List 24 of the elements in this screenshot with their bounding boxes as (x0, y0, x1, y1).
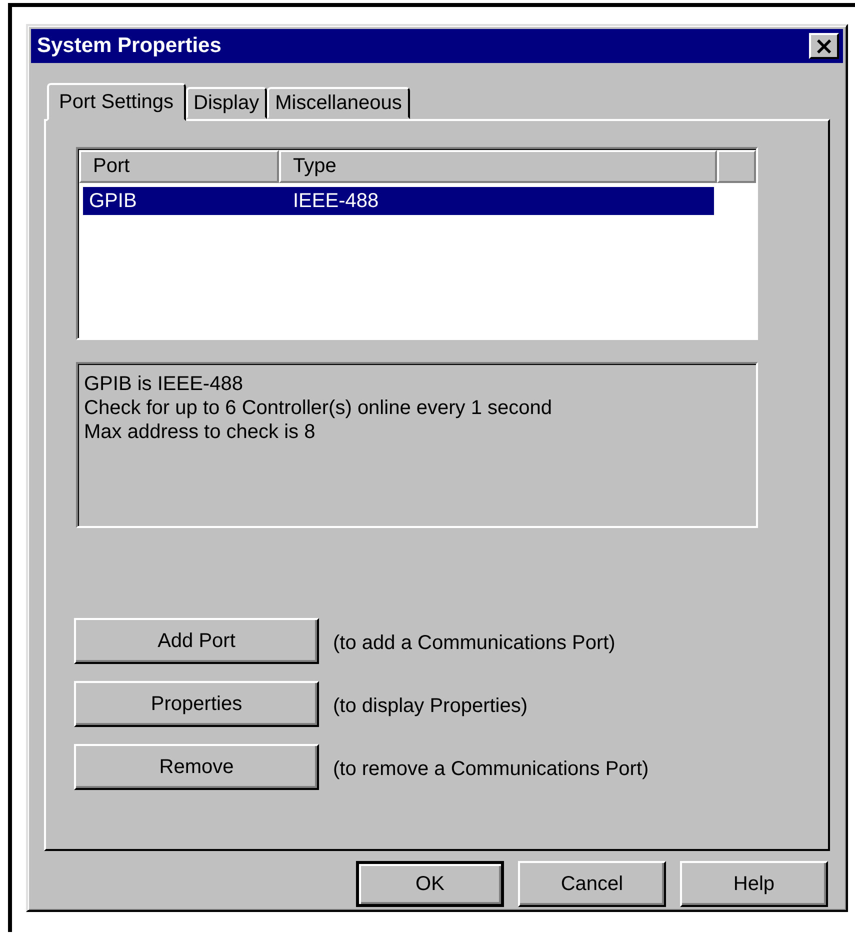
button-hint: (to remove a Communications Port) (333, 756, 649, 780)
description-line: Max address to check is 8 (84, 420, 316, 444)
column-header (717, 150, 756, 183)
close-button[interactable]: × (809, 33, 839, 59)
dialog-button[interactable]: Help (680, 861, 828, 907)
tab[interactable]: Miscellaneous (267, 87, 410, 119)
action-button[interactable]: Properties (74, 681, 319, 727)
tab[interactable]: Port Settings (47, 83, 186, 121)
list-row[interactable]: GPIB IEEE-488 (83, 187, 714, 215)
tab[interactable]: Display (186, 87, 268, 119)
description-line: Check for up to 6 Controller(s) online every 1 second (84, 396, 554, 420)
dialog-button[interactable]: Cancel (518, 861, 666, 907)
dialog-button[interactable]: OK (356, 861, 504, 907)
button-hint: (to display Properties) (333, 694, 528, 718)
port-list[interactable]: Port Type GPIB IEEE-488 (76, 147, 758, 340)
list-cell-text: GPIB (88, 188, 138, 214)
list-cell-text: IEEE-488 (292, 188, 380, 214)
column-header[interactable]: Port (79, 150, 279, 183)
button-hint: (to add a Communications Port) (333, 630, 616, 654)
action-button[interactable]: Remove (74, 744, 319, 790)
window-title: System Properties (37, 34, 222, 58)
column-header[interactable]: Type (279, 150, 717, 183)
action-button[interactable]: Add Port (74, 618, 319, 664)
description-line: GPIB is IEEE-488 (84, 372, 244, 396)
